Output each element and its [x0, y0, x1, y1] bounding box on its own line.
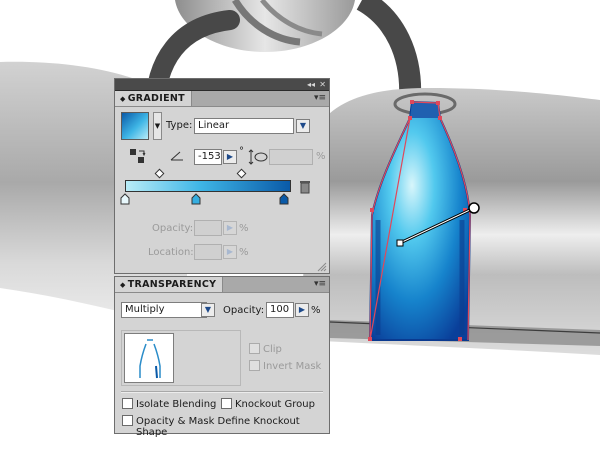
- reverse-gradient-icon[interactable]: [129, 148, 147, 164]
- swatch-menu-icon[interactable]: ▼: [153, 112, 162, 140]
- angle-input[interactable]: -153: [194, 149, 222, 165]
- location-dropdown-icon[interactable]: ▶: [223, 245, 237, 259]
- stop-opacity-input[interactable]: [194, 220, 222, 236]
- gradient-slider[interactable]: [125, 180, 291, 192]
- clip-checkbox[interactable]: [249, 343, 260, 354]
- tab-transparency-label: TRANSPARENCY: [127, 279, 217, 290]
- clip-label: Clip: [263, 344, 282, 355]
- angle-dropdown-icon[interactable]: ▶: [223, 150, 237, 164]
- color-stop-2[interactable]: [191, 193, 201, 205]
- angle-icon: [170, 151, 183, 161]
- tab-gradient-label: GRADIENT: [127, 93, 185, 104]
- stop-opacity-dropdown-icon[interactable]: ▶: [223, 221, 237, 235]
- panel-title-bar[interactable]: ◂◂ ✕: [115, 79, 329, 91]
- stop-opacity-percent: %: [239, 223, 249, 234]
- close-icon[interactable]: ✕: [319, 79, 326, 90]
- tab-transparency[interactable]: ◆ TRANSPARENCY: [115, 277, 224, 292]
- isolate-blending-checkbox[interactable]: [122, 398, 133, 409]
- type-dropdown-icon[interactable]: ▼: [296, 119, 310, 133]
- color-stop-3[interactable]: [279, 193, 289, 205]
- thumbnail-preview[interactable]: [124, 333, 174, 383]
- gradient-swatch[interactable]: [121, 112, 149, 140]
- midpoint-diamond-2[interactable]: [236, 168, 247, 179]
- opacity-mask-knockout-checkbox[interactable]: [122, 415, 133, 426]
- location-input[interactable]: [194, 244, 222, 260]
- collapse-icon[interactable]: ◂◂: [307, 79, 315, 90]
- location-percent: %: [239, 247, 249, 258]
- opacity-dropdown-icon[interactable]: ▶: [295, 303, 309, 317]
- panel-menu-icon[interactable]: ▾≡: [314, 93, 326, 104]
- midpoint-diamond-1[interactable]: [154, 168, 165, 179]
- gradient-panel: ◂◂ ✕ ◆ GRADIENT ▾≡ ▼ Type: Linear ▼ -153 …: [114, 78, 330, 274]
- tab-gradient[interactable]: ◆ GRADIENT: [115, 91, 192, 106]
- opacity-percent: %: [311, 305, 321, 316]
- aspect-percent: %: [316, 151, 326, 162]
- panel-menu-icon[interactable]: ▾≡: [314, 279, 326, 290]
- blend-mode-select[interactable]: Multiply: [121, 302, 207, 318]
- handle-arc-right: [356, 0, 422, 99]
- knockout-group-checkbox[interactable]: [221, 398, 232, 409]
- degree-symbol: °: [239, 146, 244, 157]
- type-label: Type:: [166, 120, 193, 131]
- aspect-ratio-icon: [248, 149, 268, 165]
- location-label: Location:: [148, 247, 194, 258]
- isolate-blending-label: Isolate Blending: [136, 399, 217, 410]
- invert-mask-label: Invert Mask: [263, 361, 322, 372]
- thumbnail-bottle-icon: [139, 339, 161, 379]
- stop-opacity-label: Opacity:: [152, 223, 194, 234]
- opacity-label: Opacity:: [223, 305, 265, 316]
- tab-options-icon: ◆: [120, 281, 126, 289]
- opacity-input[interactable]: 100: [266, 302, 294, 318]
- knockout-group-label: Knockout Group: [235, 399, 315, 410]
- opacity-mask-knockout-label: Opacity & Mask Define Knockout Shape: [136, 416, 300, 438]
- type-select[interactable]: Linear: [194, 118, 294, 134]
- trash-icon[interactable]: [299, 180, 311, 194]
- invert-mask-checkbox[interactable]: [249, 360, 260, 371]
- resize-grip-icon[interactable]: [317, 262, 327, 272]
- separator: [121, 391, 323, 393]
- transparency-panel: ◆ TRANSPARENCY ▾≡ Multiply ▼ Opacity: 100…: [114, 276, 330, 438]
- tab-options-icon: ◆: [120, 95, 126, 103]
- color-stop-1[interactable]: [120, 193, 130, 205]
- blend-mode-dropdown-icon[interactable]: ▼: [201, 303, 215, 317]
- aspect-ratio-input[interactable]: [269, 149, 313, 165]
